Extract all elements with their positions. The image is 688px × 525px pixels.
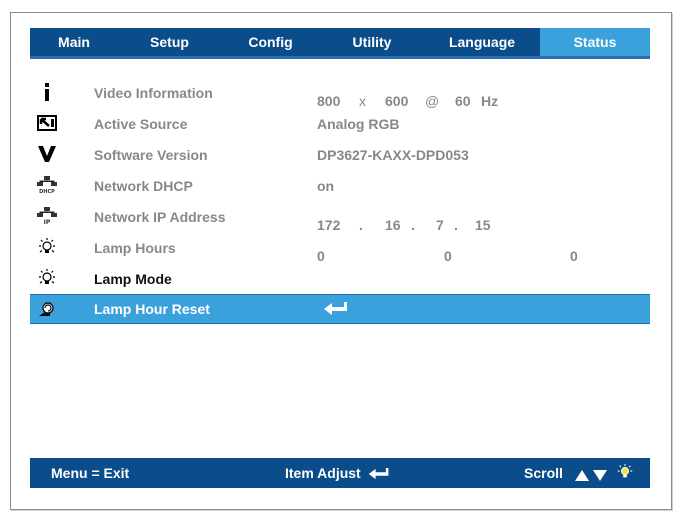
row-label: Lamp Hours — [94, 239, 176, 256]
lamp-icon — [616, 463, 634, 484]
refresh-unit: Hz — [481, 92, 499, 109]
lamp-icon — [36, 237, 58, 257]
network-ip-icon: IP — [36, 206, 58, 226]
resolution-height: 600 — [385, 92, 409, 109]
lamp-hours-c: 0 — [570, 247, 578, 264]
resolution-x: x — [359, 92, 366, 109]
osd-menu-window: Main Setup Config Utility Language Statu… — [10, 12, 672, 510]
row-label: Lamp Mode — [94, 270, 172, 287]
tab-language[interactable]: Language — [424, 28, 540, 56]
at-sign: @ — [425, 92, 440, 109]
row-active-source[interactable]: Active Source Analog RGB — [30, 108, 650, 139]
status-list: Video Information 800 x 600 @ 60 Hz Acti… — [30, 77, 650, 324]
ip-octet-2: 16 — [385, 216, 401, 233]
lamp-reset-icon — [36, 299, 58, 319]
row-software-version[interactable]: Software Version DP3627-KAXX-DPD053 — [30, 139, 650, 170]
ip-dot: . — [359, 216, 363, 233]
dhcp-value: on — [317, 177, 335, 194]
lamp-hours-b: 0 — [444, 247, 452, 264]
up-down-arrows-icon — [575, 468, 609, 484]
ip-octet-1: 172 — [317, 216, 341, 233]
menu-exit-hint: Menu = Exit — [51, 465, 130, 481]
enter-icon — [368, 467, 390, 483]
source-icon — [36, 113, 58, 133]
row-label: Video Information — [94, 84, 213, 101]
row-lamp-hours[interactable]: Lamp Hours 0 0 0 — [30, 232, 650, 264]
tab-setup[interactable]: Setup — [118, 28, 221, 56]
tab-config[interactable]: Config — [221, 28, 320, 56]
row-label: Network DHCP — [94, 177, 193, 194]
scroll-hint: Scroll — [524, 465, 563, 481]
tab-status[interactable]: Status — [540, 28, 650, 56]
info-icon — [36, 82, 58, 102]
row-network-ip[interactable]: IP Network IP Address 172 . 16 . 7 . 15 — [30, 201, 650, 233]
row-label: Network IP Address — [94, 208, 226, 225]
enter-icon[interactable] — [324, 302, 348, 319]
row-label: Software Version — [94, 146, 208, 163]
tab-utility[interactable]: Utility — [320, 28, 424, 56]
ip-dot: . — [454, 216, 458, 233]
refresh-rate: 60 — [455, 92, 471, 109]
row-label: Active Source — [94, 115, 188, 132]
item-adjust-hint: Item Adjust — [285, 465, 361, 481]
tab-bar: Main Setup Config Utility Language Statu… — [30, 28, 650, 59]
svg-text:IP: IP — [44, 219, 51, 225]
row-lamp-mode[interactable]: Lamp Mode — [30, 263, 650, 294]
active-source-value: Analog RGB — [317, 115, 400, 132]
version-icon — [36, 144, 58, 164]
lamp-icon — [36, 268, 58, 288]
footer-bar: Menu = Exit Item Adjust Scroll — [30, 458, 650, 488]
row-lamp-hour-reset[interactable]: Lamp Hour Reset — [30, 294, 650, 324]
lamp-hours-a: 0 — [317, 247, 325, 264]
network-dhcp-icon: DHCP — [36, 175, 58, 195]
row-label: Lamp Hour Reset — [94, 301, 210, 317]
resolution-width: 800 — [317, 92, 341, 109]
ip-dot: . — [411, 216, 415, 233]
tab-main[interactable]: Main — [30, 28, 118, 56]
software-version-value: DP3627-KAXX-DPD053 — [317, 146, 469, 163]
svg-text:DHCP: DHCP — [39, 189, 55, 194]
row-network-dhcp[interactable]: DHCP Network DHCP on — [30, 170, 650, 201]
ip-octet-4: 15 — [475, 216, 491, 233]
row-video-information[interactable]: Video Information 800 x 600 @ 60 Hz — [30, 77, 650, 109]
ip-octet-3: 7 — [436, 216, 444, 233]
